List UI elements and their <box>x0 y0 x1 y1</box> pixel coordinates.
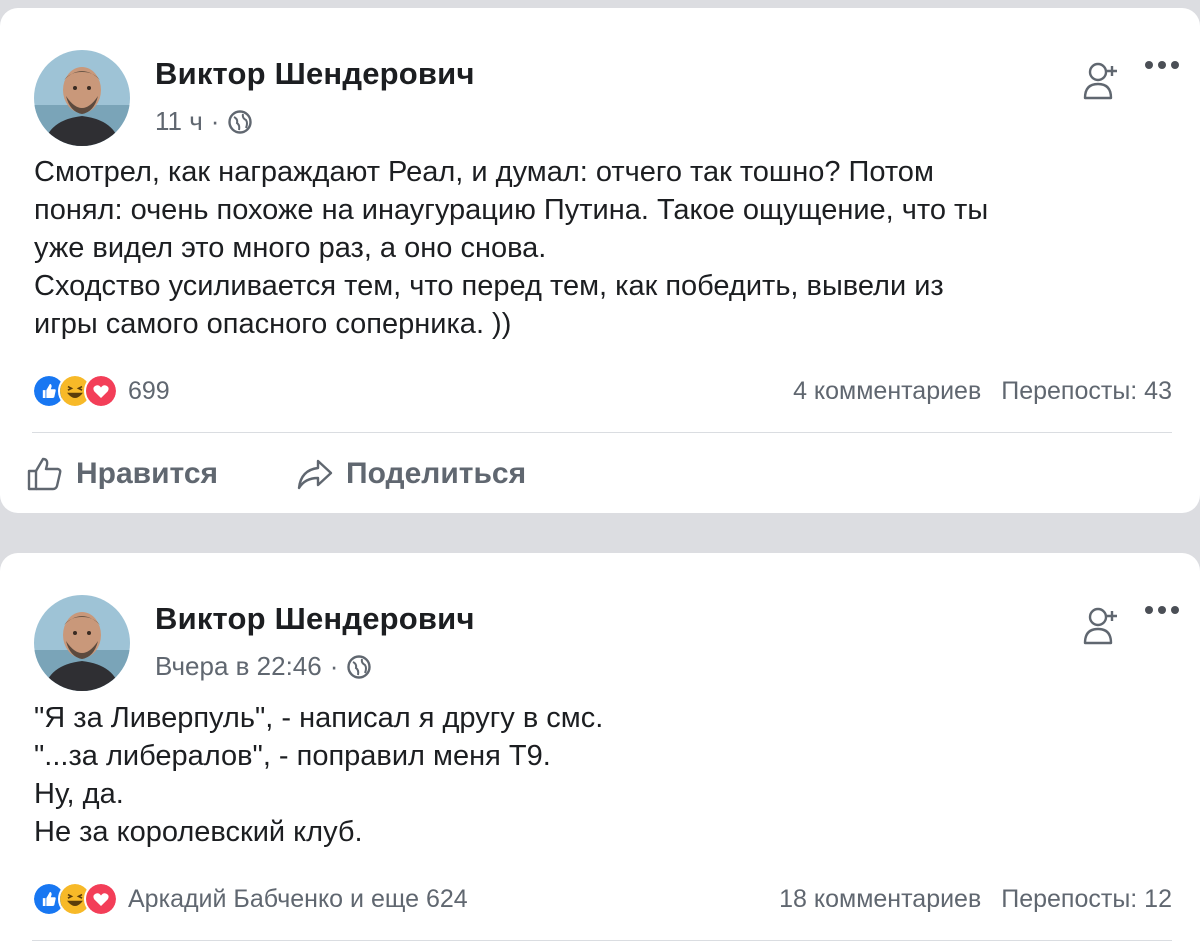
post-actions: Нравится Поделиться <box>26 456 604 492</box>
divider <box>32 432 1172 433</box>
avatar[interactable] <box>34 50 130 146</box>
post-header: Виктор Шендерович 11 ч · <box>34 50 475 146</box>
add-friend-icon[interactable] <box>1082 58 1122 104</box>
share-label: Поделиться <box>346 457 527 490</box>
separator-dot: · <box>329 651 339 681</box>
post-meta: Вчера в 22:46 · <box>155 651 475 682</box>
share-icon <box>297 459 333 490</box>
shares-count[interactable]: Перепосты: 12 <box>1001 885 1172 914</box>
post-card: Виктор Шендерович Вчера в 22:46 · "Я за … <box>0 553 1200 947</box>
news-feed: Виктор Шендерович 11 ч · Смотрел, как на… <box>0 0 1200 947</box>
post-stats: 699 4 комментариев Перепосты: 43 <box>32 374 1172 408</box>
love-reaction-icon <box>84 882 118 916</box>
reactions-count: 699 <box>128 376 170 405</box>
post-stats: Аркадий Бабченко и еще 624 18 комментари… <box>32 882 1172 916</box>
globe-icon[interactable] <box>346 654 372 680</box>
add-friend-icon[interactable] <box>1082 603 1122 649</box>
love-reaction-icon <box>84 374 118 408</box>
comments-count[interactable]: 18 комментариев <box>779 885 981 914</box>
shares-count[interactable]: Перепосты: 43 <box>1001 377 1172 406</box>
like-label: Нравится <box>76 457 219 490</box>
author-name[interactable]: Виктор Шендерович <box>155 601 475 637</box>
like-icon <box>27 457 62 491</box>
post-meta: 11 ч · <box>155 106 475 137</box>
post-timestamp[interactable]: Вчера в 22:46 <box>155 651 322 682</box>
post-text: "Я за Ливерпуль", - написал я другу в см… <box>34 702 604 848</box>
more-icon[interactable] <box>1144 603 1180 617</box>
reactions-summary[interactable]: Аркадий Бабченко и еще 624 <box>32 882 468 916</box>
post-text: Смотрел, как награждают Реал, и думал: о… <box>34 156 989 340</box>
reactions-summary[interactable]: 699 <box>32 374 170 408</box>
more-icon[interactable] <box>1144 58 1180 72</box>
divider <box>32 940 1172 941</box>
post-timestamp[interactable]: 11 ч <box>155 106 203 137</box>
globe-icon[interactable] <box>227 109 253 135</box>
separator-dot: · <box>210 106 220 136</box>
reactions-count: Аркадий Бабченко и еще 624 <box>128 884 468 913</box>
author-name[interactable]: Виктор Шендерович <box>155 56 475 92</box>
share-button[interactable]: Поделиться <box>296 457 526 491</box>
avatar[interactable] <box>34 595 130 691</box>
post-header: Виктор Шендерович Вчера в 22:46 · <box>34 595 475 691</box>
like-button[interactable]: Нравится <box>26 456 218 492</box>
post-card: Виктор Шендерович 11 ч · Смотрел, как на… <box>0 8 1200 513</box>
comments-count[interactable]: 4 комментариев <box>793 377 981 406</box>
